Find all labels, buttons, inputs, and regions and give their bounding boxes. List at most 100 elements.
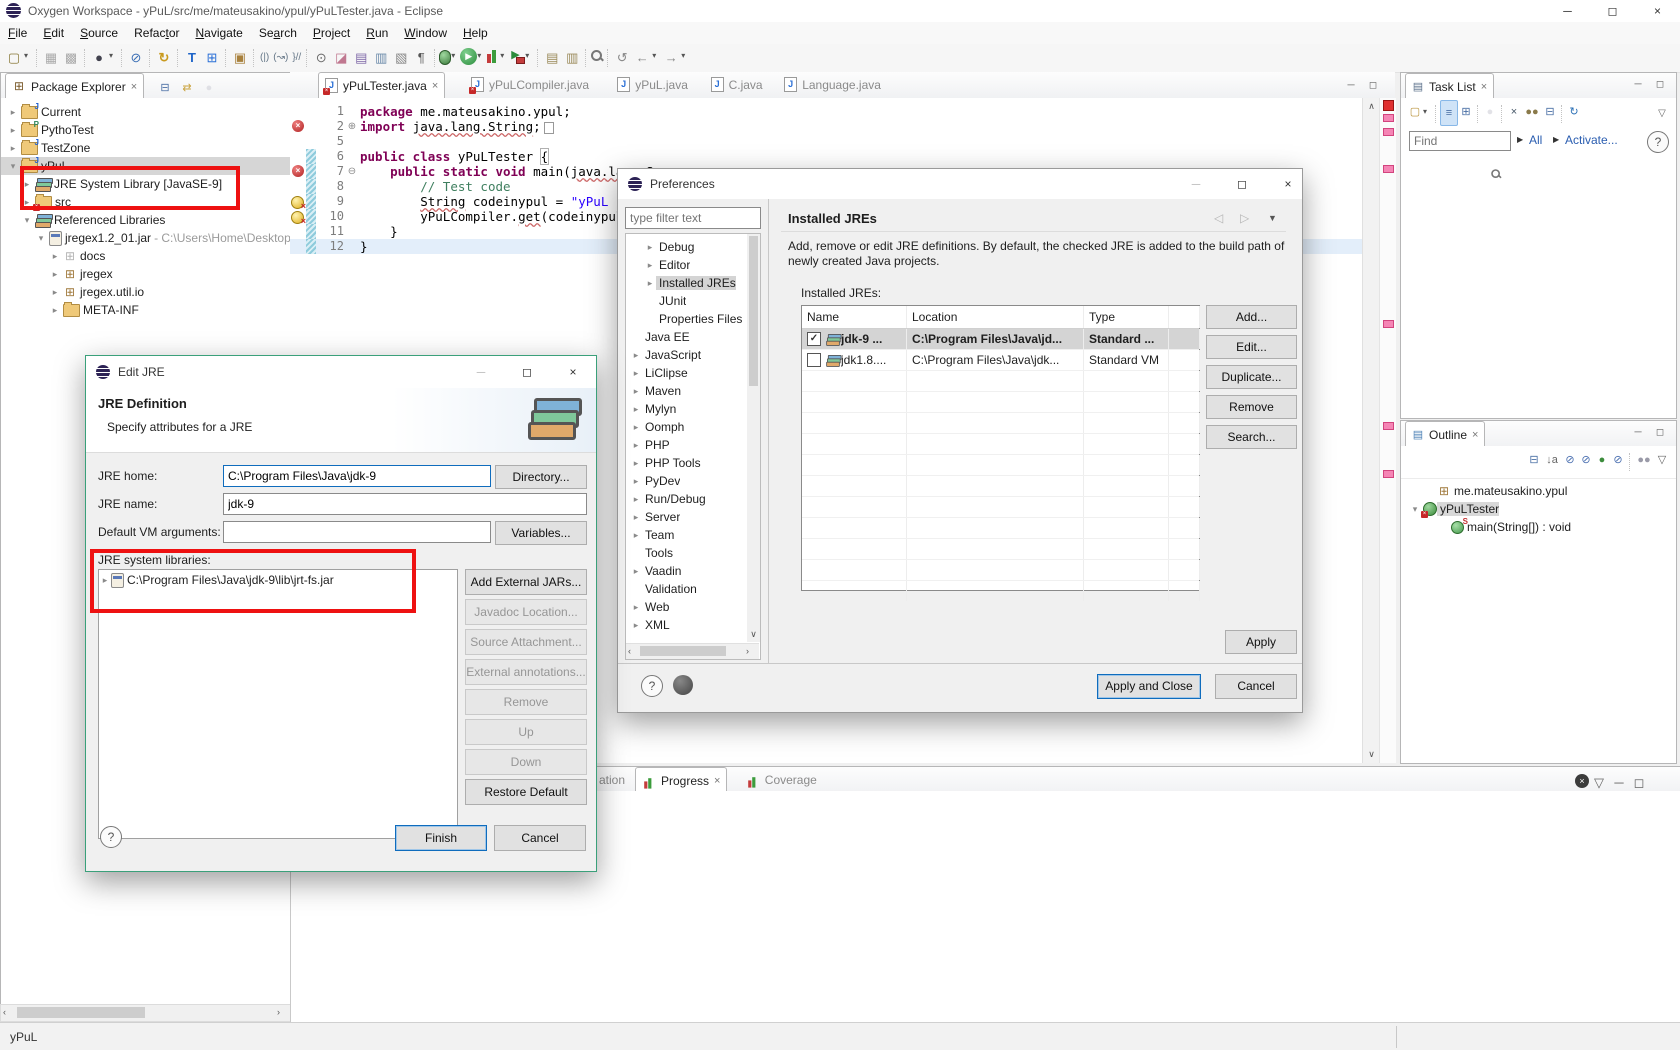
add--button[interactable]: Add... bbox=[1206, 305, 1297, 329]
editor-tab-ypul.java[interactable]: JyPuL.java bbox=[611, 72, 694, 97]
cancel-operation-icon[interactable]: × bbox=[1575, 769, 1589, 788]
tree-item-meta-inf[interactable]: ▸ META-INF bbox=[1, 301, 290, 319]
menu-navigate[interactable]: Navigate bbox=[187, 22, 250, 44]
tab-coverage[interactable]: Coverage bbox=[740, 767, 823, 792]
hide-completed-icon[interactable]: × bbox=[1506, 100, 1522, 124]
debug-icon[interactable]: ▾ bbox=[439, 44, 460, 68]
scroll-up-icon[interactable]: ∧ bbox=[1363, 101, 1380, 112]
jar-export-icon[interactable]: ▤ bbox=[542, 44, 562, 72]
tree-item-jregex-util-io[interactable]: ▸ ⊞ jregex.util.io bbox=[1, 283, 290, 301]
collapse-all-icon[interactable]: ⊟ bbox=[155, 76, 175, 100]
tree-item-docs[interactable]: ▸ ⊞ docs bbox=[1, 247, 290, 265]
checkbox-icon[interactable] bbox=[807, 353, 821, 367]
refresh-icon[interactable]: ↻ bbox=[154, 44, 174, 72]
menu-help[interactable]: Help bbox=[455, 22, 496, 44]
outline-item-me-mateusakino-ypul[interactable]: ⊞ me.mateusakino.ypul bbox=[1401, 482, 1676, 500]
help-icon[interactable]: ? bbox=[641, 675, 663, 697]
pref-tree-xml[interactable]: ▸ XML bbox=[626, 616, 744, 634]
preferences-tree-vscrollbar[interactable]: ∨ bbox=[747, 234, 760, 642]
tree-item-jregex[interactable]: ▸ ⊞ jregex bbox=[1, 265, 290, 283]
close-icon[interactable]: × bbox=[1472, 429, 1478, 441]
link-editor-icon[interactable]: ⇄ bbox=[177, 76, 197, 100]
group-icon[interactable]: ●● bbox=[1634, 448, 1654, 472]
scroll-down-icon[interactable]: ∨ bbox=[1363, 749, 1380, 760]
pref-tree-java-ee[interactable]: Java EE bbox=[626, 328, 744, 346]
back-icon[interactable]: ← ▾ bbox=[632, 44, 661, 72]
pref-tree-junit[interactable]: JUnit bbox=[626, 292, 744, 310]
pref-tree-properties-files-edito[interactable]: Properties Files Edito bbox=[626, 310, 744, 328]
window-minimize-button[interactable]: ─ bbox=[1545, 0, 1590, 22]
jre-row-jdk-9-[interactable]: ✓ jdk-9 ... C:\Program Files\Java\jd... Sta… bbox=[802, 329, 1200, 350]
view-menu-icon[interactable]: ▼ bbox=[1268, 213, 1277, 223]
back-icon[interactable]: ◁ bbox=[1214, 211, 1223, 225]
menu-source[interactable]: Source bbox=[72, 22, 126, 44]
editor-tab-c.java[interactable]: J C.java bbox=[705, 72, 769, 97]
scroll-left-icon[interactable]: ‹ bbox=[628, 646, 631, 656]
scroll-right-icon[interactable]: › bbox=[277, 1007, 280, 1017]
pref-tree-team[interactable]: ▸ Team bbox=[626, 526, 744, 544]
editor-tab-ypultester.java[interactable]: J × yPuLTester.java × bbox=[318, 72, 446, 98]
new-wizard-icon[interactable]: ▢ ▾ bbox=[4, 44, 33, 72]
code-line-5[interactable]: 5 bbox=[290, 134, 1362, 149]
sync-icon[interactable]: ↻ bbox=[1566, 100, 1582, 124]
externalize-strings-icon[interactable]: ⊙ bbox=[311, 44, 331, 72]
save-all-icon[interactable]: ▩ bbox=[61, 44, 81, 72]
code-line-1[interactable]: 1 package me.mateusakino.ypul; bbox=[290, 104, 1362, 119]
pref-tree-web[interactable]: ▸ Web bbox=[626, 598, 744, 616]
show-whitespace-icon[interactable]: ¶ bbox=[411, 44, 431, 72]
pref-tree-php[interactable]: ▸ PHP bbox=[626, 436, 744, 454]
window-close-button[interactable]: × bbox=[1268, 173, 1308, 195]
outline-item-main-string-void[interactable]: Smain(String[]) : void bbox=[1401, 517, 1676, 536]
menu-refactor[interactable]: Refactor bbox=[126, 22, 187, 44]
pydev-grid-icon[interactable]: ⊞ bbox=[202, 44, 222, 72]
minimize-icon[interactable]: ─ bbox=[1629, 425, 1647, 441]
window-minimize-button[interactable]: ─ bbox=[461, 361, 501, 383]
overview-task-mark[interactable] bbox=[1383, 422, 1394, 430]
editor-vscrollbar[interactable]: ∧ ∨ bbox=[1362, 98, 1380, 763]
pref-tree-mylyn[interactable]: ▸ Mylyn bbox=[626, 400, 744, 418]
finish-button[interactable]: Finish bbox=[395, 825, 487, 851]
pref-tree-run-debug[interactable]: ▸ Run/Debug bbox=[626, 490, 744, 508]
overview-task-mark[interactable] bbox=[1383, 114, 1394, 122]
directory-button[interactable]: Directory... bbox=[495, 465, 587, 489]
close-icon[interactable]: × bbox=[432, 80, 438, 92]
menu-search[interactable]: Search bbox=[251, 22, 305, 44]
outline-item-ypultester[interactable]: ▾ × yPuLTester bbox=[1401, 500, 1676, 518]
edit--button[interactable]: Edit... bbox=[1206, 335, 1297, 359]
tree-item-pythotest[interactable]: ▸ P PythoTest bbox=[1, 120, 290, 139]
help-icon[interactable]: ? bbox=[100, 826, 122, 848]
code-line-2[interactable]: × 2 ⊕ import java.lang.String; bbox=[290, 119, 1362, 134]
tree-item-current[interactable]: ▸ J Current bbox=[1, 102, 290, 121]
minimize-icon[interactable]: ─ bbox=[1629, 77, 1647, 93]
close-icon[interactable]: × bbox=[714, 775, 720, 787]
uncomment-icon[interactable]: (↝) bbox=[271, 44, 290, 72]
collapse-all-icon[interactable]: ⊟ bbox=[1526, 448, 1542, 472]
public-only-icon[interactable]: ● bbox=[1594, 448, 1610, 472]
tab-outline[interactable]: ▤ Outline × bbox=[1405, 421, 1486, 447]
pref-tree-tools[interactable]: Tools bbox=[626, 544, 744, 562]
categorized-icon[interactable]: ≡ bbox=[1440, 100, 1458, 126]
menu-window[interactable]: Window bbox=[396, 22, 455, 44]
line-comment-icon[interactable]: }// bbox=[290, 44, 303, 72]
pydev-marker-icon[interactable]: T bbox=[182, 44, 202, 72]
pref-tree-editor[interactable]: ▸ Editor bbox=[626, 256, 744, 274]
overview-task-mark[interactable] bbox=[1383, 470, 1394, 478]
maximize-icon[interactable]: ◻ bbox=[1651, 77, 1669, 93]
jar-add-icon[interactable]: ▤ bbox=[351, 44, 371, 72]
pref-tree-server[interactable]: ▸ Server bbox=[626, 508, 744, 526]
jre-row-jdk1-8-[interactable]: jdk1.8.... C:\Program Files\Java\jdk... St… bbox=[802, 350, 1200, 371]
tree-item-jregex1-2-01-jar[interactable]: ▾ jregex1.2_01.jar - C:\Users\Home\Deskto… bbox=[1, 229, 290, 247]
code-line-6[interactable]: 6 public class yPuLTester { bbox=[290, 148, 1362, 165]
pref-tree-oomph[interactable]: ▸ Oomph bbox=[626, 418, 744, 436]
apply-and-close-button[interactable]: Apply and Close bbox=[1097, 674, 1201, 699]
tab-progress[interactable]: Progress × bbox=[635, 767, 728, 793]
search--button[interactable]: Search... bbox=[1206, 425, 1297, 449]
ant-icon[interactable]: ▥ bbox=[562, 44, 582, 72]
pref-tree-installed-jres[interactable]: ▸ Installed JREs bbox=[626, 274, 744, 292]
menu-run[interactable]: Run bbox=[358, 22, 396, 44]
jar-doc-icon[interactable]: ▥ bbox=[371, 44, 391, 72]
cancel-button[interactable]: Cancel bbox=[1215, 674, 1297, 699]
skip-breakpoints-icon[interactable]: ⊘ bbox=[126, 44, 146, 72]
duplicate--button[interactable]: Duplicate... bbox=[1206, 365, 1297, 389]
cancel-button[interactable]: Cancel bbox=[494, 825, 586, 851]
